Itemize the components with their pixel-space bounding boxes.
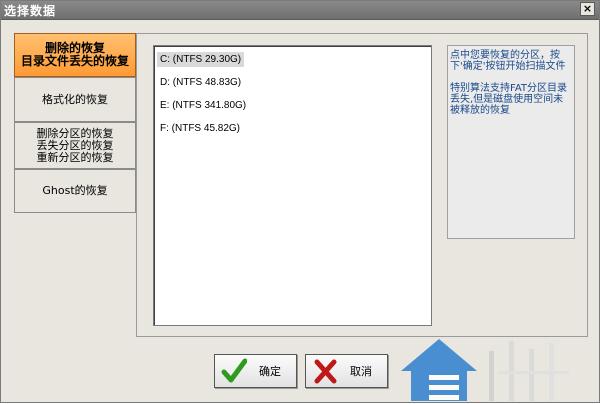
- help-text: 点中您要恢复的分区，按下'确定'按钮开始扫描文件: [450, 50, 566, 72]
- x-mark-icon: [314, 359, 337, 384]
- checkmark-icon: [221, 358, 247, 383]
- tab-deleted-recovery[interactable]: 删除的恢复 目录文件丢失的恢复: [14, 33, 136, 77]
- help-text: 特别算法支持FAT分区目录丢失,但是磁盘使用空间未被释放的恢复: [450, 83, 568, 116]
- tab-label-line: 丢失分区的恢复: [36, 138, 114, 152]
- ok-button-label: 确定: [259, 365, 281, 378]
- watermark-logo-icon: [401, 339, 569, 401]
- cancel-button-label: 取消: [350, 365, 372, 378]
- drive-list[interactable]: C: (NTFS 29.30G) D: (NTFS 48.83G) E: (NT…: [153, 45, 432, 326]
- help-panel: 点中您要恢复的分区，按下'确定'按钮开始扫描文件 特别算法支持FAT分区目录丢失…: [447, 45, 575, 239]
- tab-label-line: 重新分区的恢复: [36, 150, 114, 164]
- tab-label-line: Ghost的恢复: [42, 184, 108, 197]
- tab-label-line: 目录文件丢失的恢复: [20, 54, 129, 68]
- list-item[interactable]: D: (NTFS 48.83G): [157, 75, 244, 90]
- tab-label-line: 格式化的恢复: [42, 92, 108, 106]
- tab-format-recovery[interactable]: 格式化的恢复: [14, 77, 136, 122]
- tab-partition-recovery[interactable]: 删除分区的恢复 丢失分区的恢复 重新分区的恢复: [14, 122, 136, 169]
- title-bar[interactable]: 选择数据 ×: [1, 1, 599, 20]
- ok-button[interactable]: 确定: [214, 354, 297, 388]
- dialog-window: 选择数据 × 删除的恢复 目录文件丢失的恢复 格式化的恢复 删除分区的恢复 丢失…: [0, 0, 600, 403]
- list-item[interactable]: E: (NTFS 341.80G): [157, 98, 249, 113]
- tab-label-line: 删除分区的恢复: [36, 126, 114, 140]
- close-icon: ×: [582, 2, 593, 15]
- cancel-button[interactable]: 取消: [305, 354, 388, 388]
- window-title: 选择数据: [4, 4, 57, 18]
- tab-ghost-recovery[interactable]: Ghost的恢复: [14, 169, 136, 213]
- list-item[interactable]: F: (NTFS 45.82G): [157, 121, 243, 136]
- close-button[interactable]: ×: [580, 2, 595, 16]
- list-item[interactable]: C: (NTFS 29.30G): [157, 52, 245, 67]
